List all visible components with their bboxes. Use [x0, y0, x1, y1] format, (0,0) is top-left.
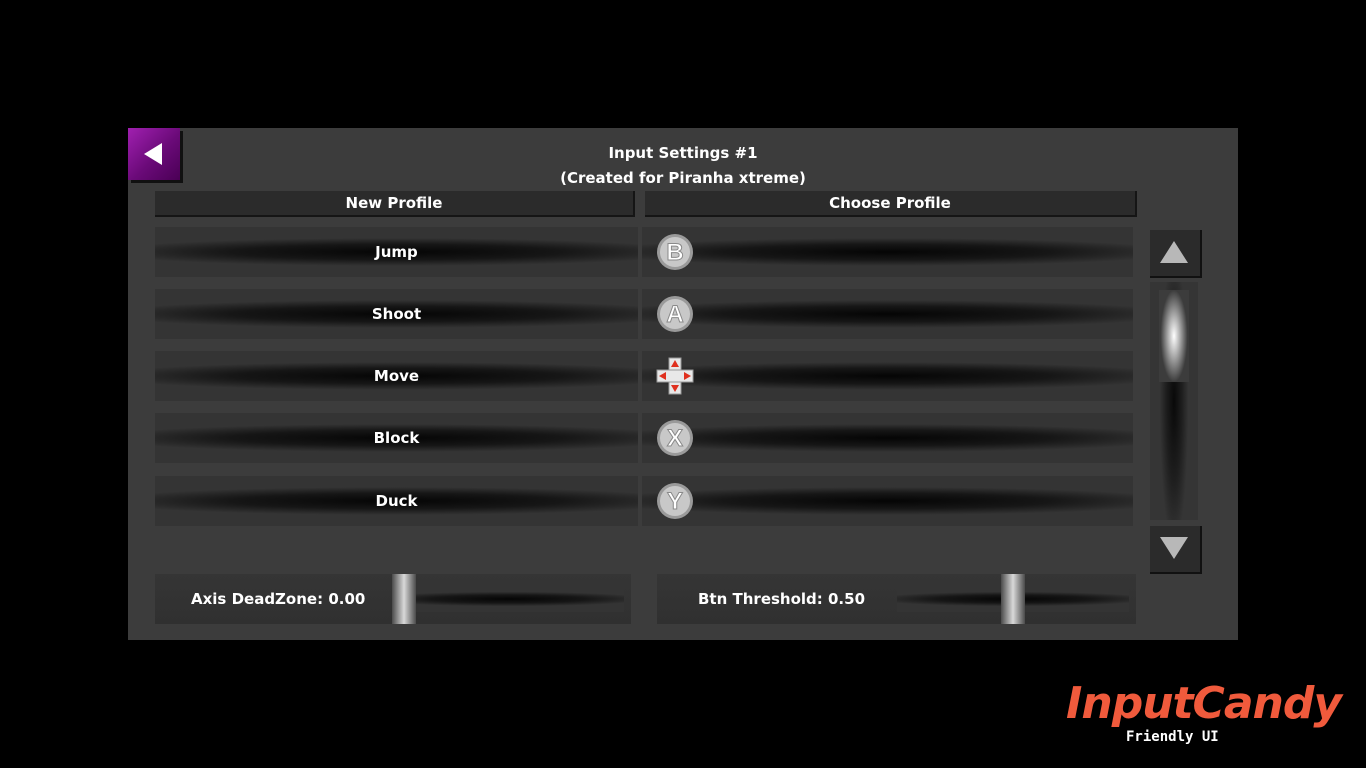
action-label: Jump	[375, 243, 418, 261]
action-block[interactable]: Block	[155, 413, 638, 463]
glyph-label: Y	[667, 488, 683, 515]
action-label: Duck	[375, 492, 418, 510]
logo-subtitle: Friendly UI	[1126, 729, 1219, 745]
a-button-icon: A	[657, 296, 693, 332]
binding-move[interactable]	[642, 351, 1133, 401]
dpad-icon	[656, 357, 694, 395]
action-move[interactable]: Move	[155, 351, 638, 401]
binding-shoot[interactable]: A	[642, 289, 1133, 339]
btn-threshold-handle[interactable]	[1001, 574, 1025, 624]
glyph-label: A	[666, 301, 683, 328]
btn-threshold-track[interactable]	[897, 574, 1129, 624]
binding-block[interactable]: X	[642, 413, 1133, 463]
choose-profile-button[interactable]: Choose Profile	[645, 191, 1137, 217]
new-profile-button[interactable]: New Profile	[155, 191, 635, 217]
scroll-down-button[interactable]	[1150, 526, 1202, 574]
glyph-label: X	[667, 425, 683, 452]
action-label: Move	[373, 367, 420, 385]
binding-jump[interactable]: B	[642, 227, 1133, 277]
action-shoot[interactable]: Shoot	[155, 289, 638, 339]
page-title: Input Settings #1	[608, 144, 758, 162]
y-button-icon: Y	[657, 483, 693, 519]
b-button-icon: B	[657, 234, 693, 270]
scroll-thumb[interactable]	[1159, 290, 1189, 382]
page-subtitle: (Created for Piranha xtreme)	[560, 169, 806, 187]
scroll-up-button[interactable]	[1150, 230, 1202, 278]
action-label: Block	[373, 429, 420, 447]
binding-duck[interactable]: Y	[642, 476, 1133, 526]
inputcandy-logo: InputCandy	[1066, 678, 1342, 729]
axis-deadzone-track[interactable]	[392, 574, 624, 624]
axis-deadzone-label: Axis DeadZone: 0.00	[191, 590, 366, 608]
x-button-icon: X	[657, 420, 693, 456]
triangle-up-icon	[1160, 241, 1188, 263]
btn-threshold-label: Btn Threshold: 0.50	[698, 590, 866, 608]
axis-deadzone-slider: Axis DeadZone: 0.00	[155, 574, 631, 624]
axis-deadzone-handle[interactable]	[392, 574, 416, 624]
triangle-down-icon	[1160, 537, 1188, 559]
action-duck[interactable]: Duck	[155, 476, 638, 526]
action-label: Shoot	[371, 305, 422, 323]
action-jump[interactable]: Jump	[155, 227, 638, 277]
btn-threshold-slider: Btn Threshold: 0.50	[657, 574, 1136, 624]
glyph-label: B	[666, 239, 683, 266]
